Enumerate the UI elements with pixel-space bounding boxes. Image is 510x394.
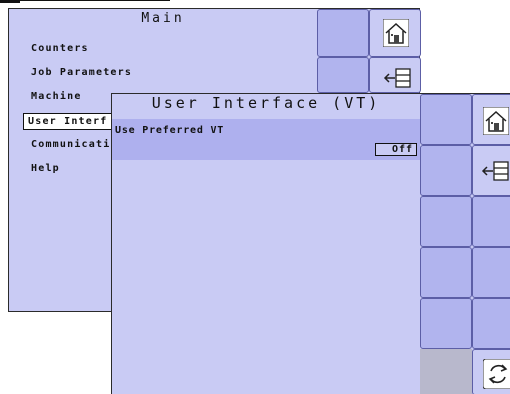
main-menu-item-machine[interactable]: Machine bbox=[27, 89, 86, 104]
ui-softkey-5[interactable] bbox=[420, 298, 472, 349]
main-menu-item-job-parameters[interactable]: Job Parameters bbox=[27, 65, 136, 80]
ui-disabled-area bbox=[420, 349, 472, 394]
ui-softkey-3[interactable] bbox=[420, 196, 472, 247]
top-fragment-line bbox=[0, 0, 170, 4]
home-icon bbox=[483, 107, 509, 135]
main-menu-title: Main bbox=[141, 11, 185, 26]
main-softkey-2[interactable] bbox=[317, 57, 369, 93]
setting-row-use-preferred-vt[interactable]: Use Preferred VT Off bbox=[112, 119, 420, 160]
ui-softkey-1[interactable] bbox=[420, 94, 472, 145]
ui-softkey-10[interactable] bbox=[472, 298, 510, 349]
main-softkey-1[interactable] bbox=[317, 9, 369, 57]
home-icon bbox=[383, 19, 409, 47]
screen: Main Counters Job Parameters Machine Use… bbox=[0, 0, 510, 394]
ui-softkey-9[interactable] bbox=[472, 247, 510, 298]
user-interface-window: User Interface (VT) Use Preferred VT Off bbox=[111, 93, 510, 394]
main-home-button[interactable] bbox=[369, 9, 421, 57]
ui-refresh-button[interactable] bbox=[472, 349, 510, 394]
exit-menu-icon bbox=[481, 161, 509, 181]
main-menu-item-communication[interactable]: Communicati bbox=[27, 137, 114, 152]
main-menu-item-user-interface[interactable]: User Interf bbox=[23, 113, 113, 130]
ui-softkey-8[interactable] bbox=[472, 196, 510, 247]
main-menu-item-counters[interactable]: Counters bbox=[27, 41, 93, 56]
setting-label-use-preferred-vt: Use Preferred VT bbox=[115, 125, 225, 136]
setting-value-use-preferred-vt[interactable]: Off bbox=[375, 143, 417, 156]
ui-exit-button[interactable] bbox=[472, 145, 510, 196]
ui-softkey-4[interactable] bbox=[420, 247, 472, 298]
user-interface-title: User Interface (VT) bbox=[151, 94, 381, 112]
exit-menu-icon bbox=[383, 68, 411, 88]
main-exit-button[interactable] bbox=[369, 57, 421, 93]
main-menu-item-help[interactable]: Help bbox=[27, 161, 64, 176]
refresh-icon bbox=[483, 359, 510, 389]
ui-home-button[interactable] bbox=[472, 94, 510, 145]
ui-softkey-2[interactable] bbox=[420, 145, 472, 196]
